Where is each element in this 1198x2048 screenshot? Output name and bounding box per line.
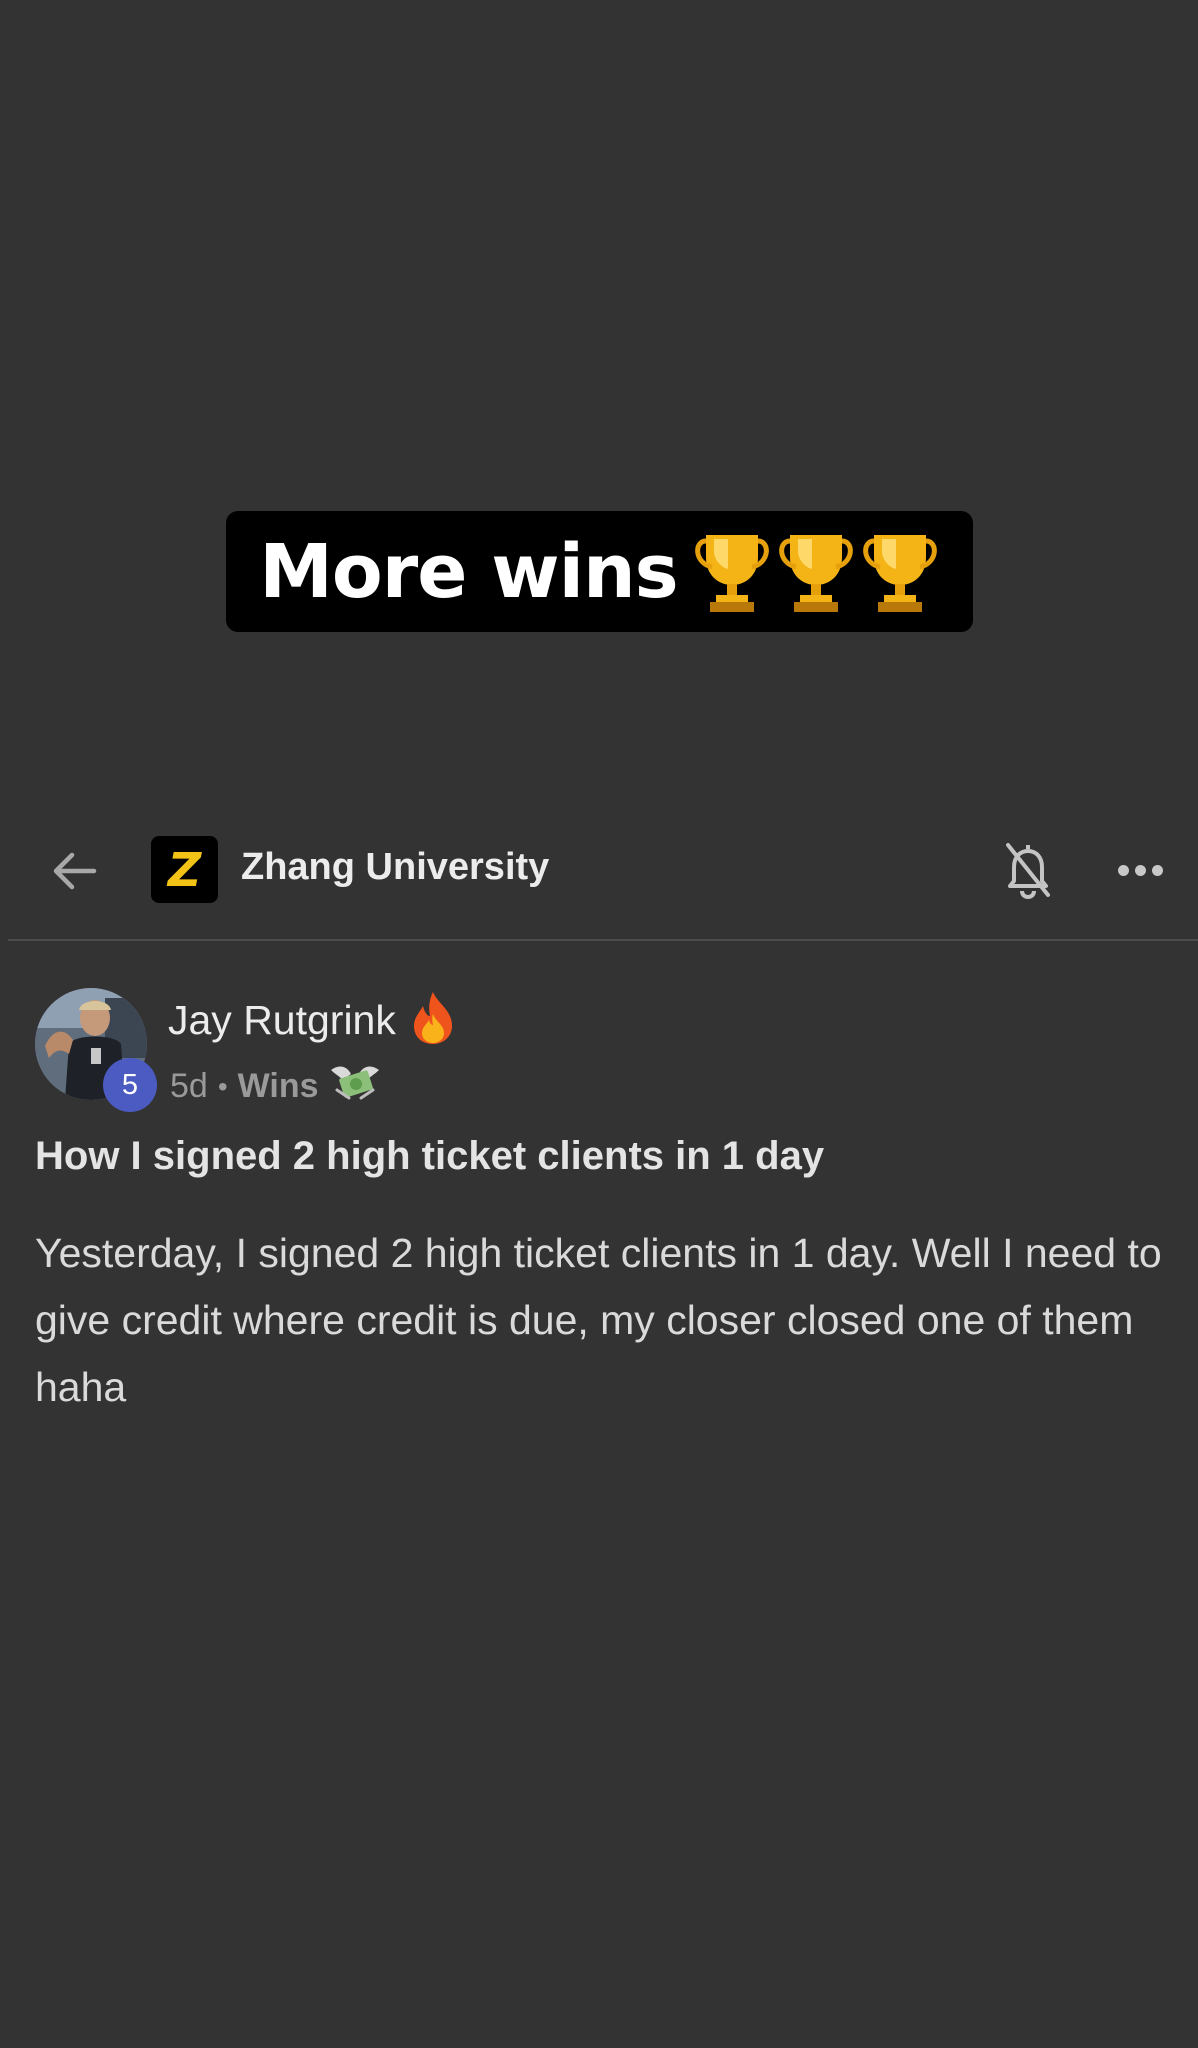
author-name[interactable]: Jay Rutgrink (168, 997, 396, 1044)
more-options-button[interactable] (1108, 848, 1172, 892)
trophy-icon (860, 529, 940, 615)
trophy-group (692, 529, 940, 615)
post-meta: 5d • Wins (170, 1060, 381, 1113)
arrow-left-icon (53, 852, 97, 890)
back-button[interactable] (46, 846, 102, 896)
category-link[interactable]: Wins (238, 1067, 319, 1106)
level-badge: 5 (103, 1058, 157, 1112)
caption-banner: More wins (226, 511, 973, 632)
post-title[interactable]: How I signed 2 high ticket clients in 1 … (35, 1134, 1165, 1179)
bell-off-icon (1006, 843, 1050, 899)
group-logo[interactable]: Z (151, 836, 218, 903)
more-horizontal-icon (1117, 864, 1129, 876)
group-name[interactable]: Zhang University (241, 846, 549, 889)
meta-separator: • (217, 1070, 228, 1102)
group-header: Z Zhang University (0, 820, 1198, 916)
post-age: 5d (170, 1067, 208, 1105)
notifications-button[interactable] (1000, 838, 1056, 902)
trophy-icon (776, 529, 856, 615)
trophy-icon (692, 529, 772, 615)
fire-icon (410, 990, 456, 1051)
caption-text: More wins (259, 528, 678, 615)
money-with-wings-icon (329, 1060, 381, 1113)
header-divider (8, 939, 1198, 941)
group-logo-letter: Z (167, 842, 202, 897)
post-body: Yesterday, I signed 2 high ticket client… (35, 1230, 1162, 1410)
author-row: Jay Rutgrink (168, 990, 456, 1051)
